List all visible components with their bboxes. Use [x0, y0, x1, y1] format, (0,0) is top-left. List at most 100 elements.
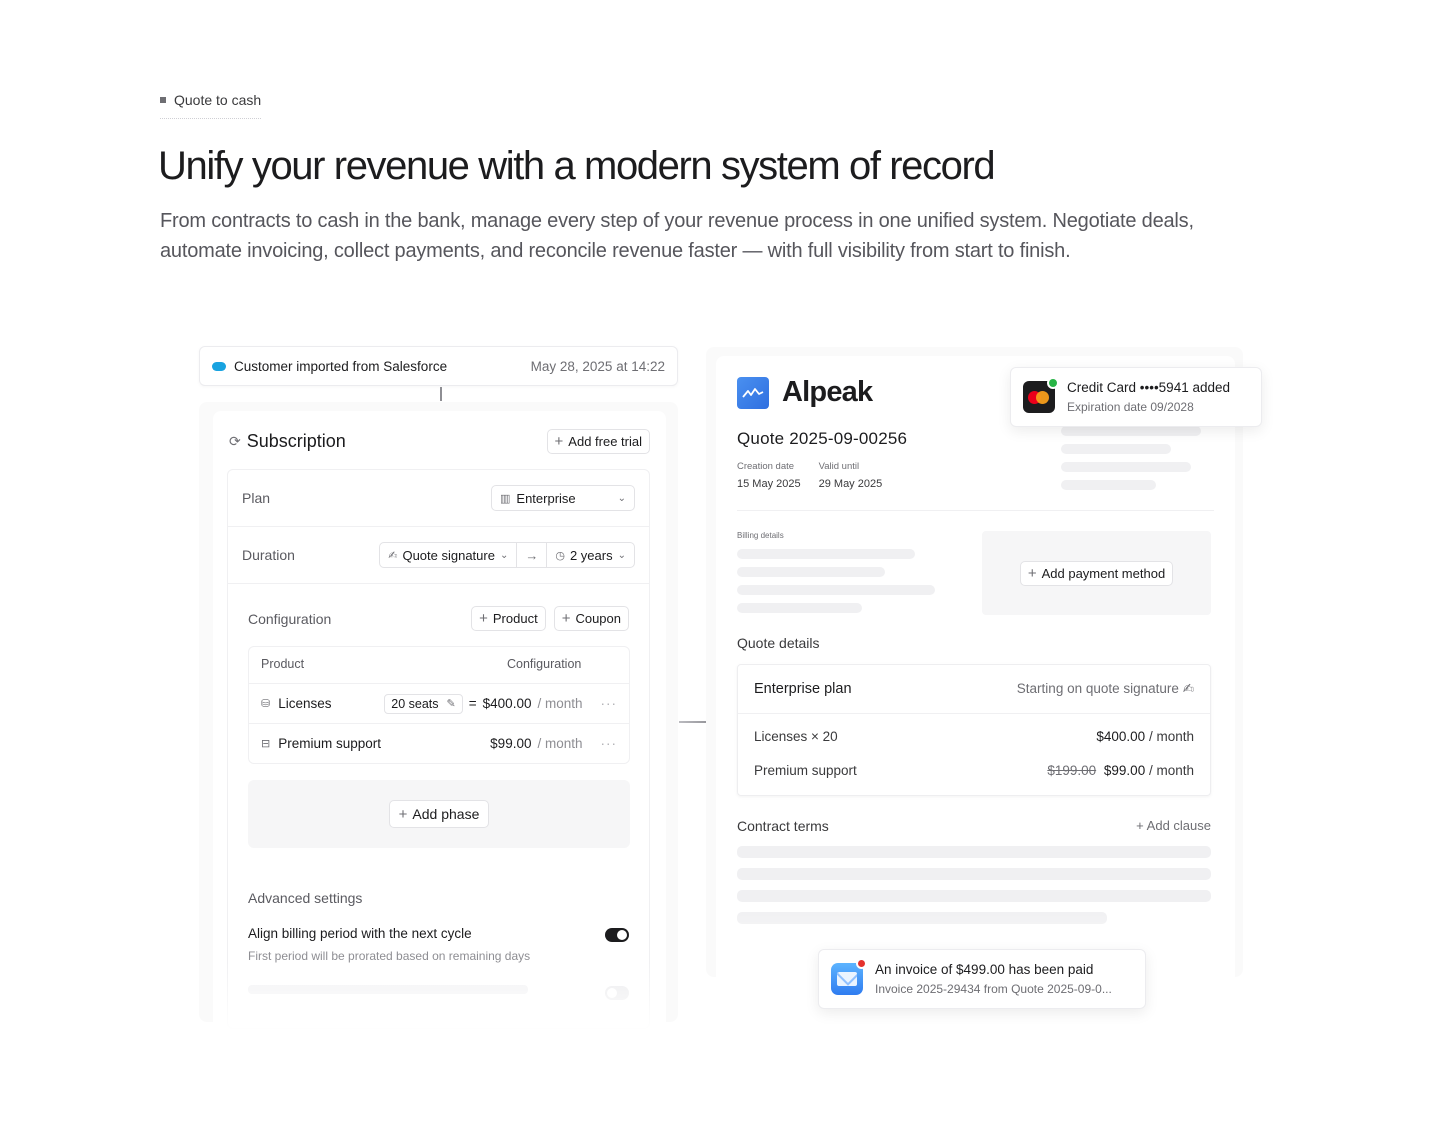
quote-details-title: Quote details — [737, 635, 820, 651]
divider — [738, 713, 1210, 714]
plus-icon: + — [1136, 818, 1147, 833]
configuration-header: Configuration + Product + Coupon — [248, 606, 629, 631]
duration-label: Duration — [242, 547, 295, 563]
plan-name: Enterprise plan — [754, 681, 852, 697]
timeline-connector — [440, 387, 442, 401]
equals-sign: = — [468, 696, 477, 711]
plus-icon: + — [554, 433, 564, 450]
column-header-configuration: Configuration — [507, 657, 582, 671]
chevron-down-icon: ⌄ — [617, 549, 626, 561]
eyebrow: Quote to cash — [160, 92, 262, 119]
mail-icon — [831, 958, 867, 995]
add-clause-label: Add clause — [1146, 818, 1211, 833]
credit-card-toast: Credit Card ••••5941 added Expiration da… — [1010, 367, 1262, 427]
product-name: Premium support — [278, 736, 382, 751]
more-icon[interactable]: ··· — [601, 696, 618, 711]
plus-icon: + — [1027, 564, 1037, 582]
valid-until-value: 29 May 2025 — [818, 478, 883, 490]
add-payment-method-label: Add payment method — [1041, 565, 1166, 581]
eyebrow-label: Quote to cash — [174, 92, 262, 108]
plus-icon: + — [479, 610, 488, 627]
chevron-down-icon: ⌄ — [499, 549, 509, 561]
billing-details-label: Billing details — [737, 531, 784, 540]
table-row[interactable]: ⛁ Licenses 20 seats ✎ = $400.00 / month … — [249, 683, 629, 723]
setting-toggle[interactable] — [605, 986, 629, 1000]
sync-icon: ⟳ — [229, 433, 241, 449]
brand-name: Alpeak — [782, 376, 873, 408]
setting-title: Align billing period with the next cycle — [248, 926, 472, 941]
valid-until-label: Valid until — [818, 461, 860, 472]
duration-start-select[interactable]: ✍ Quote signature ⌄ — [380, 543, 516, 567]
product-price: $99.00 — [490, 736, 532, 751]
add-product-button[interactable]: + Product — [471, 606, 546, 631]
placeholder-line — [1061, 426, 1201, 436]
signature-icon: ✍ — [388, 549, 398, 562]
placeholder-line — [737, 890, 1211, 902]
duration-control: ✍ Quote signature ⌄ → ◷ 2 years ⌄ — [379, 542, 635, 568]
plan-row: Plan ▥ Enterprise ⌄ — [228, 470, 649, 527]
placeholder-line — [248, 985, 528, 994]
add-product-label: Product — [492, 611, 538, 626]
duration-length-select[interactable]: ◷ 2 years ⌄ — [546, 543, 634, 567]
payment-method-area: + Add payment method — [982, 531, 1211, 615]
seats-input[interactable]: 20 seats ✎ — [384, 693, 463, 714]
placeholder-line — [1061, 480, 1156, 490]
creation-date-value: 15 May 2025 — [737, 478, 801, 490]
placeholder-line — [737, 603, 862, 613]
advanced-setting-item: Align billing period with the next cycle… — [248, 926, 629, 1000]
add-phase-label: Add phase — [412, 806, 480, 822]
configuration-label: Configuration — [248, 610, 332, 627]
product-price: $400.00 — [482, 696, 532, 711]
add-free-trial-button[interactable]: + Add free trial — [546, 429, 650, 454]
add-clause-button[interactable]: + Add clause — [1136, 818, 1211, 833]
table-row[interactable]: ⊟ Premium support $99.00 / month ··· — [249, 723, 629, 763]
setting-description: First period will be prorated based on r… — [248, 949, 531, 963]
duration-start-value: Quote signature — [402, 547, 495, 563]
edit-icon: ✎ — [446, 698, 456, 710]
line-amount: $199.00 $99.00 / month — [1047, 763, 1194, 778]
line-old-price: $199.00 — [1047, 763, 1097, 778]
placeholder-line — [737, 549, 915, 559]
line-name: Licenses × 20 — [754, 729, 838, 744]
duration-length-value: 2 years — [569, 547, 613, 563]
page-title: Unify your revenue with a modern system … — [158, 144, 996, 188]
placeholder-line — [737, 567, 885, 577]
mastercard-icon — [1023, 377, 1059, 413]
plan-value: Enterprise — [516, 490, 576, 506]
placeholder-line — [737, 868, 1211, 880]
quote-number: Quote 2025-09-00256 — [737, 429, 908, 448]
column-header-product: Product — [261, 657, 305, 671]
check-icon — [1047, 377, 1059, 389]
square-bullet-icon — [160, 97, 166, 103]
plan-select[interactable]: ▥ Enterprise ⌄ — [491, 485, 635, 511]
plan-label: Plan — [242, 490, 271, 506]
add-payment-method-button[interactable]: + Add payment method — [1019, 560, 1174, 586]
quote-line: Premium support $199.00 $99.00 / month — [754, 763, 1194, 778]
add-coupon-label: Coupon — [575, 611, 621, 626]
salesforce-cloud-icon — [212, 361, 226, 371]
invoice-paid-toast: An invoice of $499.00 has been paid Invo… — [818, 949, 1146, 1009]
product-period: / month — [537, 696, 583, 711]
quote-brand: Alpeak — [737, 376, 873, 409]
creation-date-label: Creation date — [737, 461, 795, 472]
quote-line: Licenses × 20 $400.00 / month — [754, 729, 1194, 744]
toast-subtitle: Expiration date 09/2028 — [1067, 400, 1194, 414]
add-phase-button[interactable]: + Add phase — [388, 800, 490, 828]
signature-icon: ✍ — [1182, 681, 1194, 696]
add-coupon-button[interactable]: + Coupon — [553, 606, 629, 631]
arrow-right-icon: → — [516, 543, 546, 567]
support-icon: ⊟ — [261, 738, 271, 750]
placeholder-line — [737, 912, 1107, 924]
placeholder-line — [737, 846, 1211, 858]
align-billing-toggle[interactable] — [605, 928, 629, 942]
plus-icon: + — [398, 805, 408, 823]
line-price: $400.00 — [1096, 729, 1146, 744]
page-subtitle: From contracts to cash in the bank, mana… — [160, 210, 1194, 262]
banner-timestamp: May 28, 2025 at 14:22 — [530, 358, 665, 374]
line-price: $99.00 — [1103, 763, 1146, 778]
product-period: / month — [537, 736, 583, 751]
quote-plan-header: Enterprise plan Starting on quote signat… — [754, 681, 1194, 697]
placeholder-line — [1061, 444, 1171, 454]
licenses-icon: ⛁ — [261, 698, 271, 710]
more-icon[interactable]: ··· — [601, 736, 618, 751]
